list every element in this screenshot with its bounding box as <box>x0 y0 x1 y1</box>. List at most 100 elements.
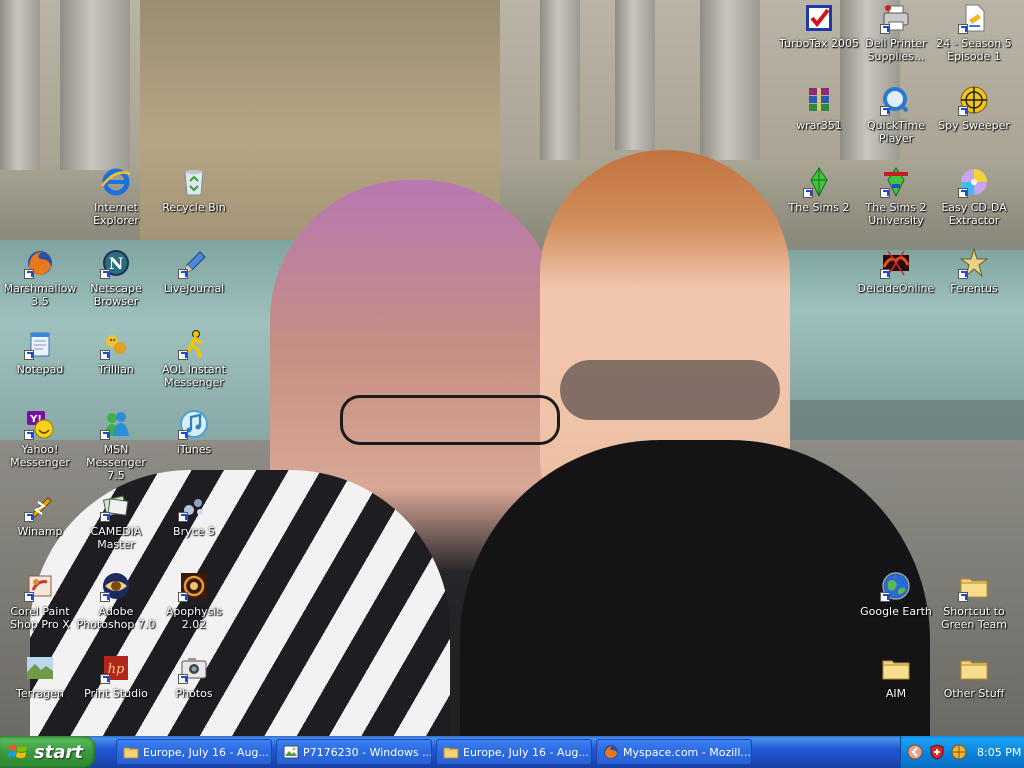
winrar-books-icon <box>803 84 835 116</box>
desktop-icon-itunes[interactable]: iTunes <box>154 406 234 482</box>
desktop-icon-terragen[interactable]: Terragen <box>0 650 80 726</box>
desktop-icon-label: DeicideOnline <box>857 282 935 295</box>
system-tray: 8:05 PM <box>900 736 1024 768</box>
taskbar: start Europe, July 16 - Aug... P7176230 … <box>0 736 1024 768</box>
desktop-icon-label: Spy Sweeper <box>938 119 1010 132</box>
desktop-icon-label: Easy CD-DA Extractor <box>941 201 1007 227</box>
desktop-icon-yahoo[interactable]: Y! Yahoo! Messenger <box>0 406 80 482</box>
picture-viewer-icon <box>283 745 299 759</box>
network-globe-icon[interactable] <box>951 744 967 760</box>
desktop-icon-quicktime[interactable]: QuickTime Player <box>856 82 936 158</box>
corel-paint-icon <box>24 570 56 602</box>
security-shield-icon[interactable] <box>929 744 945 760</box>
desktop-icon-sims2[interactable]: The Sims 2 <box>779 164 859 240</box>
itunes-note-icon <box>178 408 210 440</box>
desktop-icon-label: CAMEDIA Master <box>90 525 142 551</box>
desktop-icon-label: Ferentus <box>950 282 998 295</box>
camera-icon <box>178 652 210 684</box>
desktop-icon-label: Print Studio <box>84 687 148 700</box>
deicide-game-icon <box>880 247 912 279</box>
desktop-icon-trillian[interactable]: Trillian <box>76 326 156 402</box>
desktop-icon-deicide[interactable]: DeicideOnline <box>856 245 936 321</box>
desktop-icon-internet-explorer[interactable]: Internet Explorer <box>76 164 156 240</box>
desktop[interactable]: Internet Explorer Recycle Bin Marshmallo… <box>0 0 1024 736</box>
desktop-icon-photoshop[interactable]: Adobe Photoshop 7.0 <box>76 568 156 644</box>
desktop-icon-camedia[interactable]: CAMEDIA Master <box>76 488 156 564</box>
taskbar-button-label: P7176230 - Windows ... <box>303 745 431 759</box>
folder-icon <box>958 652 990 684</box>
apophysis-fractal-icon <box>178 570 210 602</box>
bryce-spheres-icon <box>178 490 210 522</box>
desktop-icon-label: Shortcut to Green Team <box>941 605 1007 631</box>
video-file-icon <box>958 2 990 34</box>
desktop-icon-sims2uni[interactable]: The Sims 2 University <box>856 164 936 240</box>
aim-running-man-icon <box>178 328 210 360</box>
desktop-icon-label: Google Earth <box>860 605 932 618</box>
desktop-icon-msn[interactable]: MSN Messenger 7.5 <box>76 406 156 482</box>
globe-icon <box>880 570 912 602</box>
desktop-icon-printstudio[interactable]: hp Print Studio <box>76 650 156 726</box>
terragen-landscape-icon <box>24 652 56 684</box>
desktop-icon-label: Photos <box>175 687 213 700</box>
desktop-icon-greenteam[interactable]: Shortcut to Green Team <box>934 568 1014 644</box>
desktop-icon-label: Notepad <box>16 363 64 376</box>
desktop-icon-photos[interactable]: Photos <box>154 650 234 726</box>
internet-explorer-icon <box>100 166 132 198</box>
desktop-icon-label: Recycle Bin <box>162 201 226 214</box>
desktop-icon-netscape[interactable]: N Netscape Browser <box>76 245 156 321</box>
notepad-icon <box>24 328 56 360</box>
desktop-icon-aimfolder[interactable]: AIM <box>856 650 936 726</box>
desktop-icon-label: iTunes <box>176 443 212 456</box>
start-button[interactable]: start <box>0 736 96 768</box>
desktop-icon-recycle-bin[interactable]: Recycle Bin <box>154 164 234 240</box>
folder-icon <box>123 747 139 759</box>
desktop-icon-label: Marshmallow 3.5 <box>3 282 77 308</box>
desktop-icon-winamp[interactable]: Winamp <box>0 488 80 564</box>
taskbar-button-label: Europe, July 16 - Aug... <box>463 745 589 759</box>
firefox-icon <box>24 247 56 279</box>
firefox-icon <box>604 745 618 759</box>
taskbar-button-label: Myspace.com - Mozill... <box>623 745 751 759</box>
turbotax-check-icon <box>803 2 835 34</box>
desktop-icon-label: MSN Messenger 7.5 <box>86 443 146 482</box>
desktop-icon-label: LiveJournal <box>163 282 225 295</box>
desktop-icon-apophysis[interactable]: Apophysis 2.02 <box>154 568 234 644</box>
trillian-icon <box>100 328 132 360</box>
desktop-icon-googleearth[interactable]: Google Earth <box>856 568 936 644</box>
clock[interactable]: 8:05 PM <box>977 746 1021 759</box>
desktop-icon-label: Corel Paint Shop Pro X <box>10 605 70 631</box>
desktop-icon-easycdda[interactable]: Easy CD-DA Extractor <box>934 164 1014 240</box>
desktop-icon-corel[interactable]: Corel Paint Shop Pro X <box>0 568 80 644</box>
ferentus-star-icon <box>958 247 990 279</box>
taskbar-button-europe-folder-2[interactable]: Europe, July 16 - Aug... <box>436 739 592 765</box>
desktop-icon-aim[interactable]: AOL Instant Messenger <box>154 326 234 402</box>
cd-disc-icon <box>958 166 990 198</box>
quicktime-icon <box>880 84 912 116</box>
desktop-icon-notepad[interactable]: Notepad <box>0 326 80 402</box>
desktop-icon-bryce[interactable]: Bryce 5 <box>154 488 234 564</box>
desktop-icon-turbotax[interactable]: TurboTax 2005 <box>779 0 859 76</box>
desktop-icon-label: Adobe Photoshop 7.0 <box>76 605 156 631</box>
desktop-icon-spysweeper[interactable]: Spy Sweeper <box>934 82 1014 158</box>
pencil-icon <box>178 247 210 279</box>
msn-buddy-icon <box>100 408 132 440</box>
taskbar-button-europe-folder-1[interactable]: Europe, July 16 - Aug... <box>116 739 272 765</box>
taskbar-button-picture-viewer[interactable]: P7176230 - Windows ... <box>276 739 432 765</box>
desktop-icon-marshmallow[interactable]: Marshmallow 3.5 <box>0 245 80 321</box>
desktop-icon-label: Trillian <box>98 363 134 376</box>
desktop-icon-dell[interactable]: Dell Printer Supplies... <box>856 0 936 76</box>
desktop-icon-wrar[interactable]: wrar351 <box>779 82 859 158</box>
desktop-icon-label: AIM <box>885 687 907 700</box>
camedia-icon <box>100 490 132 522</box>
yahoo-smiley-icon: Y! <box>24 408 56 440</box>
desktop-icon-livejournal[interactable]: LiveJournal <box>154 245 234 321</box>
desktop-icon-otherstuff[interactable]: Other Stuff <box>934 650 1014 726</box>
desktop-icon-ferentus[interactable]: Ferentus <box>934 245 1014 321</box>
desktop-icon-label: Terragen <box>16 687 64 700</box>
desktop-icon-label: Apophysis 2.02 <box>165 605 223 631</box>
photoshop-eye-icon <box>100 570 132 602</box>
taskbar-button-myspace-firefox[interactable]: Myspace.com - Mozill... <box>596 739 752 765</box>
desktop-icon-label: The Sims 2 University <box>865 201 927 227</box>
desktop-icon-24[interactable]: 24 - Season 5 Episode 1 <box>934 0 1014 76</box>
chevron-left-icon[interactable] <box>907 744 923 760</box>
